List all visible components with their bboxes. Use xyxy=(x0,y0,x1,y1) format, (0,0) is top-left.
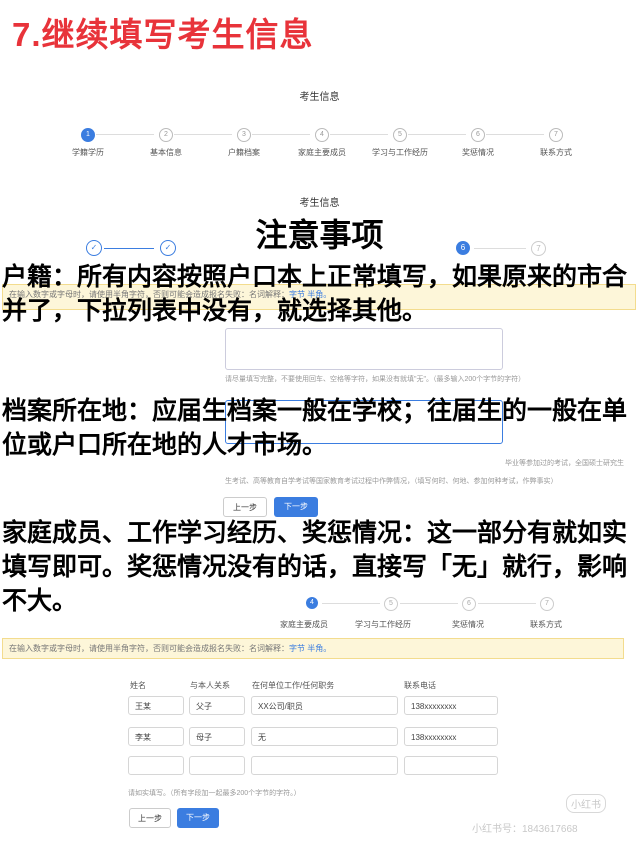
step-number: 6 xyxy=(471,128,485,142)
half-width-notice: 在输入数字或字母时，请使用半角字符，否则可能会造成报名失败：名词解释：字节 半角… xyxy=(2,638,624,659)
step-number: 3 xyxy=(237,128,251,142)
xiaohongshu-logo: 小红书 xyxy=(566,794,606,813)
employer-input[interactable]: 无 xyxy=(251,727,398,746)
step-label: 奖惩情况 xyxy=(462,148,494,157)
name-input[interactable]: 王某 xyxy=(128,696,184,715)
step-number: 4 xyxy=(315,128,329,142)
step-7[interactable]: 7 联系方式 xyxy=(518,128,594,158)
step-5-circle[interactable]: 5 xyxy=(384,597,398,611)
note-huji: 户籍：所有内容按照户口本上正常填写，如果原来的市合并了，下拉列表中没有，就选择其… xyxy=(2,263,628,325)
step-7-circle[interactable]: 7 xyxy=(540,597,554,611)
next-button[interactable]: 下一步 xyxy=(177,808,219,828)
step-4-circle[interactable]: 4 xyxy=(306,597,318,609)
relation-input[interactable] xyxy=(189,756,245,775)
relation-input[interactable]: 父子 xyxy=(189,696,245,715)
page-heading: 7.继续填写考生信息 xyxy=(12,16,314,53)
stepper: 1 学籍学历 2 基本信息 3 户籍档案 4 家庭主要成员 5 学习与工作经历 … xyxy=(50,128,610,168)
next-button[interactable]: 下一步 xyxy=(274,497,318,517)
section-title: 考生信息 xyxy=(299,198,340,209)
page-title: 考生信息 xyxy=(299,92,340,103)
step-label: 家庭主要成员 xyxy=(298,148,346,157)
name-input[interactable]: 李某 xyxy=(128,727,184,746)
step-number: 7 xyxy=(549,128,563,142)
step-label: 学习与工作经历 xyxy=(355,620,411,629)
employer-input[interactable]: XX公司/职员 xyxy=(251,696,398,715)
step-label: 基本信息 xyxy=(150,148,182,157)
table-hint: 请如实填写。（所有字段加一起最多200个字节的字符。） xyxy=(128,790,301,797)
step-label: 联系方式 xyxy=(530,620,562,629)
relation-input[interactable]: 母子 xyxy=(189,727,245,746)
step-label: 家庭主要成员 xyxy=(280,620,328,629)
step-label: 学习与工作经历 xyxy=(372,148,428,157)
prev-button[interactable]: 上一步 xyxy=(223,497,267,517)
notice-link[interactable]: 字节 半角。 xyxy=(289,644,331,653)
phone-input[interactable]: 138xxxxxxxx xyxy=(404,696,498,715)
step-1[interactable]: 1 学籍学历 xyxy=(50,128,126,158)
watermark-id: 小红书号：1843617668 xyxy=(472,824,578,835)
step-number: 5 xyxy=(393,128,407,142)
col-header-relation: 与本人关系 xyxy=(190,681,230,690)
col-header-employer: 在何单位工作/任何职务 xyxy=(252,681,335,690)
notice-text: 在输入数字或字母时，请使用半角字符，否则可能会造成报名失败：名词解释： xyxy=(9,644,289,653)
textarea-hint: 生考试、高等教育自学考试等国家教育考试过程中作弊情况，（填写何时、何地、参加何种… xyxy=(225,478,558,485)
step-label: 户籍档案 xyxy=(228,148,260,157)
step-connector xyxy=(478,603,536,604)
prev-button[interactable]: 上一步 xyxy=(129,808,171,828)
step-connector xyxy=(400,603,458,604)
notice-title: 注意事项 xyxy=(255,217,384,253)
employer-input[interactable] xyxy=(251,756,398,775)
step-4[interactable]: 4 家庭主要成员 xyxy=(284,128,360,158)
step-2[interactable]: 2 基本信息 xyxy=(128,128,204,158)
phone-input[interactable] xyxy=(404,756,498,775)
note-dangan: 档案所在地：应届生档案一般在学校；往届生的一般在单位或户口所在地的人才市场。 xyxy=(2,397,628,459)
name-input[interactable] xyxy=(128,756,184,775)
step-3[interactable]: 3 户籍档案 xyxy=(206,128,282,158)
step-number: 2 xyxy=(159,128,173,142)
step-label: 学籍学历 xyxy=(72,148,104,157)
col-header-name: 姓名 xyxy=(130,681,146,690)
col-header-phone: 联系电话 xyxy=(404,681,436,690)
step-5[interactable]: 5 学习与工作经历 xyxy=(362,128,438,158)
step-6-circle[interactable]: 6 xyxy=(462,597,476,611)
step-number: 1 xyxy=(81,128,95,142)
step-label: 奖惩情况 xyxy=(452,620,484,629)
textarea-hint: 请尽量填写完整，不要使用回车、空格等字符，如果没有就填"无"。（最多输入200个… xyxy=(225,376,526,383)
step-6[interactable]: 6 奖惩情况 xyxy=(440,128,516,158)
phone-input[interactable]: 138xxxxxxxx xyxy=(404,727,498,746)
reward-textarea[interactable] xyxy=(225,328,503,370)
step-connector xyxy=(322,603,380,604)
step-label: 联系方式 xyxy=(540,148,572,157)
